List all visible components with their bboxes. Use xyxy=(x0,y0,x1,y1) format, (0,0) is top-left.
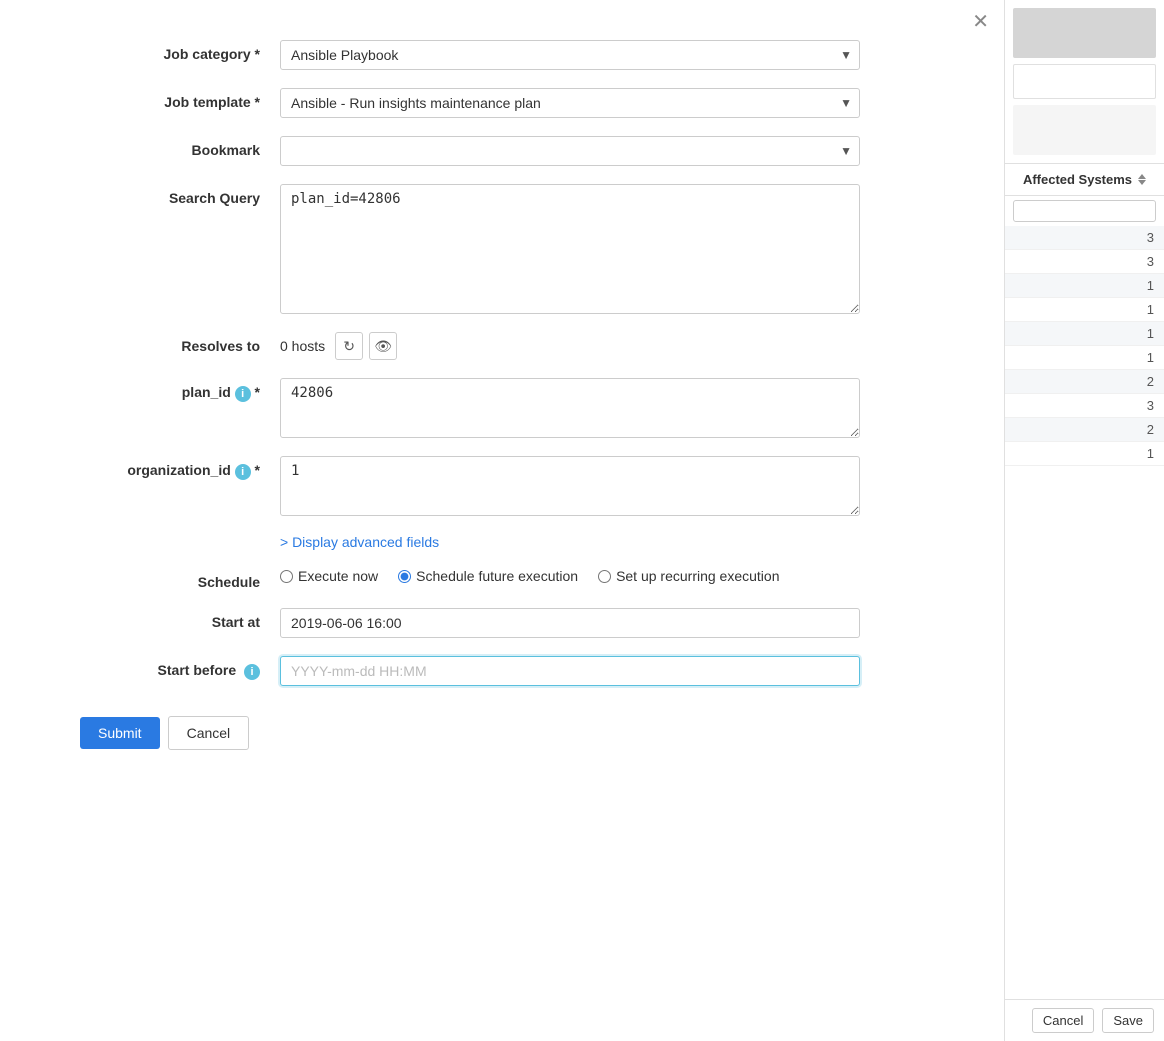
eye-icon: 👁 xyxy=(374,338,392,355)
job-template-control: Ansible - Run insights maintenance plan … xyxy=(280,88,860,118)
job-category-control: Ansible Playbook ▼ xyxy=(280,40,860,70)
schedule-future[interactable]: Schedule future execution xyxy=(398,568,578,584)
search-query-label: Search Query xyxy=(80,184,280,206)
plan-id-info-icon[interactable]: i xyxy=(235,386,251,402)
plan-id-textarea[interactable]: 42806 xyxy=(280,378,860,438)
job-template-select[interactable]: Ansible - Run insights maintenance plan xyxy=(280,88,860,118)
bookmark-row: Bookmark ▼ xyxy=(80,136,984,166)
start-at-label: Start at xyxy=(80,608,280,630)
org-id-row: organization_id i * 1 xyxy=(80,456,984,516)
sort-up-icon xyxy=(1138,174,1146,179)
resolves-to-row: Resolves to 0 hosts ↻ 👁 xyxy=(80,332,984,360)
rp-row-7: 2 xyxy=(1005,370,1164,394)
plan-id-label: plan_id i * xyxy=(80,378,280,402)
plan-id-required: * xyxy=(255,384,260,400)
job-category-label: Job category * xyxy=(80,40,280,62)
start-at-row: Start at xyxy=(80,608,984,638)
job-category-select[interactable]: Ansible Playbook xyxy=(280,40,860,70)
rp-row-10: 1 xyxy=(1005,442,1164,466)
schedule-row: Schedule Execute now Schedule future exe… xyxy=(80,568,984,590)
right-panel: Affected Systems 3 3 1 1 1 1 2 3 2 1 Can… xyxy=(1004,0,1164,1041)
start-before-label-text: Start before xyxy=(158,662,237,678)
schedule-label: Schedule xyxy=(80,568,280,590)
schedule-recurring-label: Set up recurring execution xyxy=(616,568,779,584)
rp-placeholder-2 xyxy=(1013,64,1156,99)
schedule-recurring[interactable]: Set up recurring execution xyxy=(598,568,779,584)
bookmark-control: ▼ xyxy=(280,136,860,166)
rp-cancel-button[interactable]: Cancel xyxy=(1032,1008,1094,1033)
bookmark-select[interactable] xyxy=(280,136,860,166)
org-id-info-icon[interactable]: i xyxy=(235,464,251,480)
job-template-label: Job template * xyxy=(80,88,280,110)
schedule-execute-now[interactable]: Execute now xyxy=(280,568,378,584)
org-id-label-text: organization_id xyxy=(127,462,234,478)
rp-row-9: 2 xyxy=(1005,418,1164,442)
start-before-info-icon[interactable]: i xyxy=(244,664,260,680)
plan-id-label-text: plan_id xyxy=(182,384,235,400)
search-query-row: Search Query plan_id=42806 xyxy=(80,184,984,314)
schedule-future-radio[interactable] xyxy=(398,570,411,583)
schedule-control: Execute now Schedule future execution Se… xyxy=(280,568,860,584)
rp-placeholder-1 xyxy=(1013,8,1156,58)
start-before-control xyxy=(280,656,860,686)
rp-row-1: 3 xyxy=(1005,226,1164,250)
search-query-textarea[interactable]: plan_id=42806 xyxy=(280,184,860,314)
start-before-input[interactable] xyxy=(280,656,860,686)
form-area: Job category * Ansible Playbook ▼ Job te… xyxy=(0,0,1004,1041)
start-before-label: Start before i xyxy=(80,656,280,680)
org-id-required: * xyxy=(255,462,260,478)
rp-row-2: 3 xyxy=(1005,250,1164,274)
schedule-execute-now-label: Execute now xyxy=(298,568,378,584)
main-container: ✕ Job category * Ansible Playbook ▼ Job … xyxy=(0,0,1164,1041)
rp-row-8: 3 xyxy=(1005,394,1164,418)
resolves-to-text: 0 hosts xyxy=(280,338,325,354)
rp-row-5: 1 xyxy=(1005,322,1164,346)
start-before-row: Start before i xyxy=(80,656,984,686)
submit-button[interactable]: Submit xyxy=(80,717,160,749)
rp-save-button[interactable]: Save xyxy=(1102,1008,1154,1033)
affected-systems-label: Affected Systems xyxy=(1023,172,1132,187)
refresh-icon: ↻ xyxy=(343,338,355,355)
org-id-control: 1 xyxy=(280,456,860,516)
affected-systems-filter[interactable] xyxy=(1013,200,1156,222)
resolves-to-content: 0 hosts ↻ 👁 xyxy=(280,332,397,360)
rp-row-6: 1 xyxy=(1005,346,1164,370)
sort-down-icon xyxy=(1138,180,1146,185)
eye-button[interactable]: 👁 xyxy=(369,332,397,360)
start-at-input[interactable] xyxy=(280,608,860,638)
start-at-control xyxy=(280,608,860,638)
plan-id-row: plan_id i * 42806 xyxy=(80,378,984,438)
schedule-options: Execute now Schedule future execution Se… xyxy=(280,568,780,584)
refresh-button[interactable]: ↻ xyxy=(335,332,363,360)
resolves-to-label: Resolves to xyxy=(80,332,280,354)
affected-systems-header[interactable]: Affected Systems xyxy=(1005,163,1164,196)
bookmark-select-wrapper: ▼ xyxy=(280,136,860,166)
bookmark-label: Bookmark xyxy=(80,136,280,158)
schedule-future-label: Schedule future execution xyxy=(416,568,578,584)
job-template-select-wrapper: Ansible - Run insights maintenance plan … xyxy=(280,88,860,118)
job-category-row: Job category * Ansible Playbook ▼ xyxy=(80,40,984,70)
schedule-execute-now-radio[interactable] xyxy=(280,570,293,583)
rp-row-3: 1 xyxy=(1005,274,1164,298)
sort-icon xyxy=(1138,174,1146,185)
org-id-label: organization_id i * xyxy=(80,456,280,480)
job-category-select-wrapper: Ansible Playbook ▼ xyxy=(280,40,860,70)
right-panel-top xyxy=(1005,0,1164,163)
display-advanced-link[interactable]: > Display advanced fields xyxy=(280,534,984,550)
footer-buttons: Submit Cancel xyxy=(80,716,984,770)
cancel-button[interactable]: Cancel xyxy=(168,716,250,750)
rp-placeholder-3 xyxy=(1013,105,1156,155)
search-query-control: plan_id=42806 xyxy=(280,184,860,314)
rp-row-4: 1 xyxy=(1005,298,1164,322)
job-template-row: Job template * Ansible - Run insights ma… xyxy=(80,88,984,118)
schedule-recurring-radio[interactable] xyxy=(598,570,611,583)
rp-actions: Cancel Save xyxy=(1005,999,1164,1041)
resolves-to-control: 0 hosts ↻ 👁 xyxy=(280,332,860,360)
org-id-textarea[interactable]: 1 xyxy=(280,456,860,516)
plan-id-control: 42806 xyxy=(280,378,860,438)
